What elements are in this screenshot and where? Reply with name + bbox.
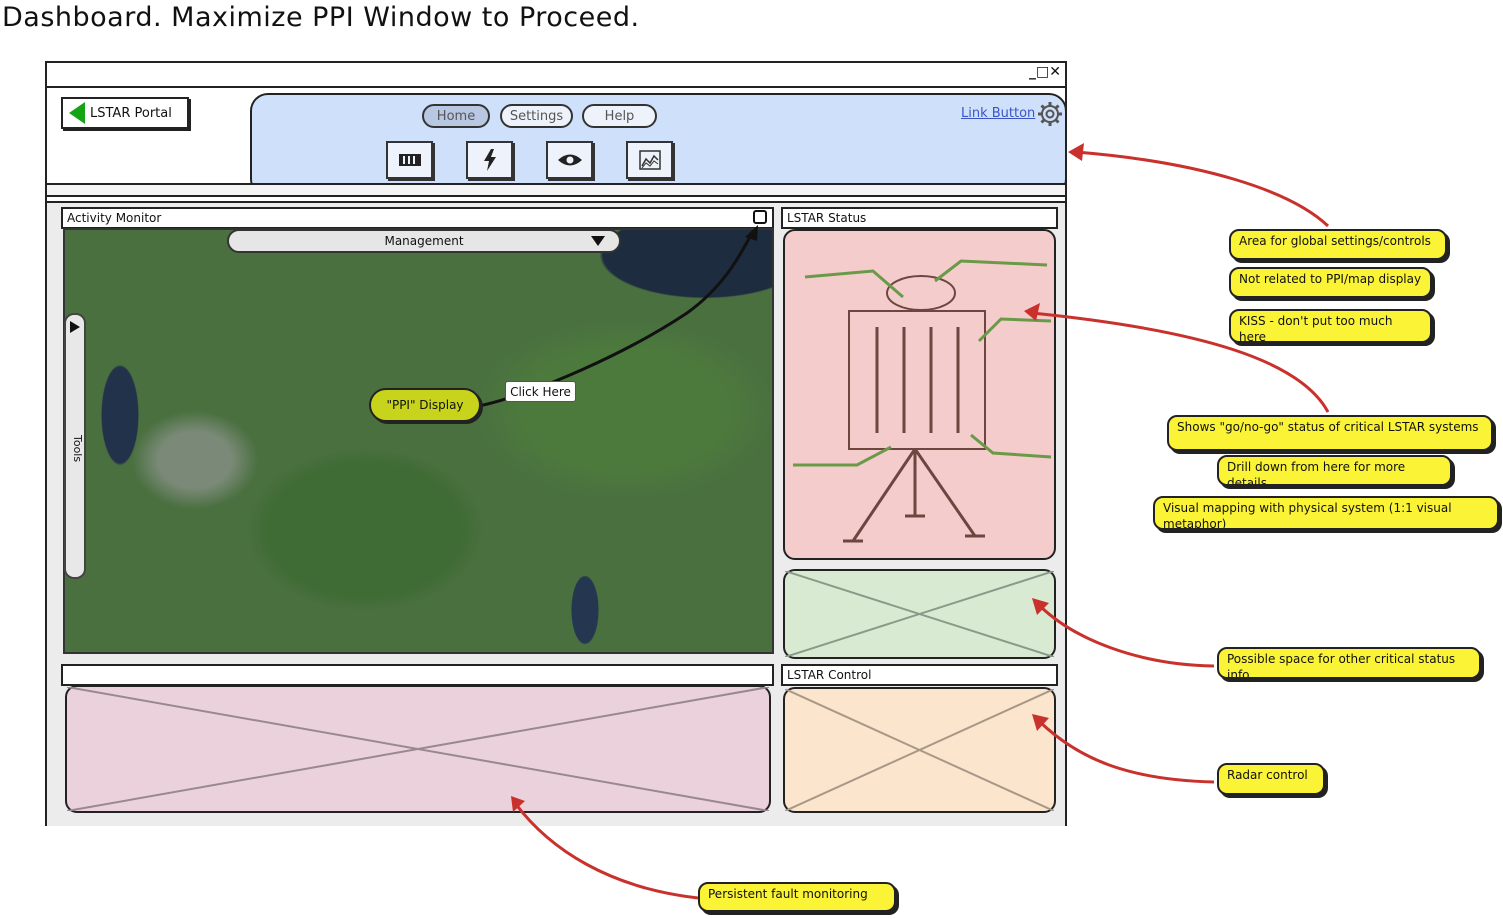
note-visual-mapping: Visual mapping with physical system (1:1… xyxy=(1153,496,1499,530)
note-radar-control: Radar control xyxy=(1217,763,1325,795)
note-fault-monitoring: Persistent fault monitoring xyxy=(698,882,896,912)
arrow-other-status xyxy=(1038,604,1215,668)
note-not-related: Not related to PPI/map display xyxy=(1229,267,1432,298)
arrow-radar xyxy=(1038,720,1215,784)
note-other-status: Possible space for other critical status… xyxy=(1217,647,1481,679)
arrow-fault xyxy=(513,802,699,900)
note-global-settings: Area for global settings/controls xyxy=(1229,229,1447,260)
arrow-global xyxy=(1075,150,1330,228)
note-kiss: KISS - don't put too much here xyxy=(1229,309,1432,343)
note-drill-down: Drill down from here for more details xyxy=(1217,455,1452,486)
note-go-no-go: Shows "go/no-go" status of critical LSTA… xyxy=(1167,415,1493,451)
